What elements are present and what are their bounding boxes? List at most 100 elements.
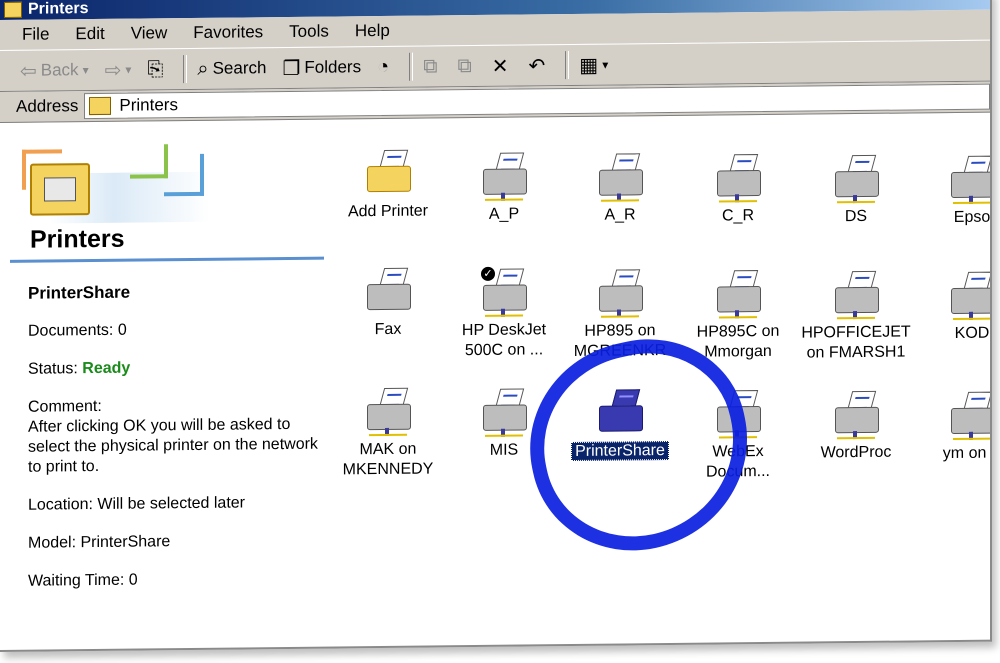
up-folder-button[interactable]: ⎘ — [147, 58, 167, 81]
network-printer-icon — [713, 388, 763, 439]
fax-item[interactable]: Fax — [330, 265, 446, 340]
address-label: Address — [16, 96, 79, 116]
history-button[interactable]: ◔ — [377, 55, 393, 78]
status-label: Status: — [28, 360, 78, 378]
folders-label: Folders — [304, 57, 362, 77]
printer-label: C_R — [721, 207, 754, 225]
printer-item[interactable]: A_P — [446, 150, 562, 225]
printer-item[interactable]: HPOFFICEJET on FMARSH1 — [798, 268, 914, 363]
folder-banner: Printers — [10, 141, 330, 263]
explorer-window: Printers File Edit View Favorites Tools … — [0, 0, 992, 652]
toolbar-separator — [183, 55, 188, 84]
printer-item[interactable]: WordProc — [798, 388, 914, 463]
printer-item[interactable]: ✓ HP DeskJet 500C on ... — [446, 266, 562, 361]
undo-icon: ↶ — [528, 54, 546, 77]
network-printer-icon — [595, 151, 645, 202]
printer-item[interactable]: DS — [798, 152, 914, 227]
network-printer-icon — [947, 390, 992, 441]
banner-decoration — [130, 144, 168, 179]
views-dropdown-icon: ▾ — [602, 57, 609, 72]
folders-icon: ❐ — [282, 57, 301, 80]
toolbar-separator-2 — [409, 52, 414, 81]
copy-to-button[interactable]: ⧉ — [457, 55, 475, 78]
menu-file[interactable]: File — [22, 24, 49, 44]
printer-item[interactable]: MIS — [446, 386, 562, 461]
banner-decoration — [164, 153, 204, 197]
printer-label: WordProc — [820, 443, 892, 462]
network-printer-icon — [363, 386, 413, 437]
status-row: Status: Ready — [28, 357, 330, 380]
printers-list: Add Printer A_P A_R C_R DS Epso Fax ✓ HP… — [330, 136, 992, 643]
network-printer-icon — [479, 150, 529, 201]
printer-label: ym on Y — [942, 444, 992, 463]
fax-icon — [363, 266, 413, 315]
forward-dropdown-icon: ▾ — [125, 62, 132, 77]
printer-label: KOD — [954, 324, 990, 343]
comment-text: After clicking OK you will be asked to s… — [28, 415, 318, 476]
printer-item[interactable]: HP895 on MGREENKR — [562, 267, 678, 362]
folders-button[interactable]: ❐ Folders — [282, 55, 361, 81]
printer-item[interactable]: ym on Y — [914, 389, 992, 464]
default-network-printer-icon: ✓ — [479, 266, 529, 317]
printers-folder-large-icon — [30, 163, 90, 216]
printer-item[interactable]: WebEx Docum... — [680, 388, 796, 483]
printer-item[interactable]: A_R — [562, 151, 678, 226]
back-label: Back — [40, 60, 79, 80]
printer-label: Fax — [374, 320, 402, 339]
printer-item[interactable]: KOD — [914, 269, 992, 344]
undo-button[interactable]: ↶ — [529, 53, 550, 78]
details-pane: Printers PrinterShare Documents: 0 Statu… — [10, 141, 330, 650]
add-printer-icon — [363, 148, 413, 197]
printer-item[interactable]: MAK on MKENNEDY — [330, 385, 446, 480]
delete-button[interactable]: ✕ — [492, 53, 513, 78]
model-row: Model: PrinterShare — [28, 533, 171, 552]
printer-item[interactable]: Epso — [914, 153, 992, 228]
move-to-button[interactable]: ⧉ — [423, 55, 441, 78]
printer-label: Add Printer — [347, 202, 429, 221]
printer-item[interactable]: C_R — [680, 152, 796, 227]
address-input[interactable]: Printers — [84, 83, 990, 120]
network-printer-icon — [595, 267, 645, 318]
documents-count: Documents: 0 — [28, 321, 127, 340]
printer-label: HPOFFICEJET on FMARSH1 — [801, 323, 911, 362]
default-check-icon: ✓ — [481, 266, 495, 281]
menu-edit[interactable]: Edit — [75, 24, 104, 44]
printer-label: MIS — [489, 441, 519, 459]
printer-details: PrinterShare Documents: 0 Status: Ready … — [10, 259, 330, 592]
printer-label: DS — [844, 207, 868, 226]
network-printer-icon — [713, 152, 763, 203]
network-printer-icon — [947, 270, 992, 321]
selected-printer-icon — [595, 387, 645, 436]
back-button[interactable]: ⇦ Back ▾ — [20, 58, 89, 84]
printer-label: MAK on MKENNEDY — [342, 440, 434, 479]
printer-item-selected[interactable]: PrinterShare — [562, 387, 678, 462]
views-button[interactable]: ▦ ▾ — [579, 52, 608, 77]
copy-to-icon: ⧉ — [457, 54, 472, 77]
printer-label: Epso — [953, 208, 991, 227]
network-printer-icon — [479, 386, 529, 437]
move-to-icon: ⧉ — [423, 54, 438, 78]
printer-label: A_P — [488, 205, 520, 223]
network-printer-icon — [713, 268, 763, 319]
forward-button[interactable]: ⇨ ▾ — [105, 57, 132, 82]
add-printer-item[interactable]: Add Printer — [330, 147, 446, 222]
menu-help[interactable]: Help — [355, 21, 390, 41]
printer-item[interactable]: HP895C on Mmorgan — [680, 268, 796, 363]
printer-label: A_R — [604, 206, 636, 224]
search-label: Search — [212, 58, 267, 78]
views-icon: ▦ — [579, 54, 599, 77]
network-printer-icon — [831, 269, 881, 320]
printers-folder-icon — [89, 96, 112, 116]
printers-folder-icon — [4, 1, 22, 18]
search-button[interactable]: ⌕ Search — [197, 57, 266, 81]
forward-arrow-icon: ⇨ — [104, 59, 122, 82]
printer-label: HP895C on Mmorgan — [696, 322, 780, 361]
network-printer-icon — [831, 153, 881, 204]
status-value: Ready — [82, 359, 131, 378]
printer-label: WebEx Docum... — [705, 443, 770, 481]
menu-favorites[interactable]: Favorites — [193, 22, 263, 43]
pane-title: Printers — [30, 224, 125, 254]
menu-view[interactable]: View — [131, 23, 168, 43]
menu-tools[interactable]: Tools — [289, 22, 329, 42]
printer-label: HP895 on MGREENKR — [573, 322, 667, 360]
